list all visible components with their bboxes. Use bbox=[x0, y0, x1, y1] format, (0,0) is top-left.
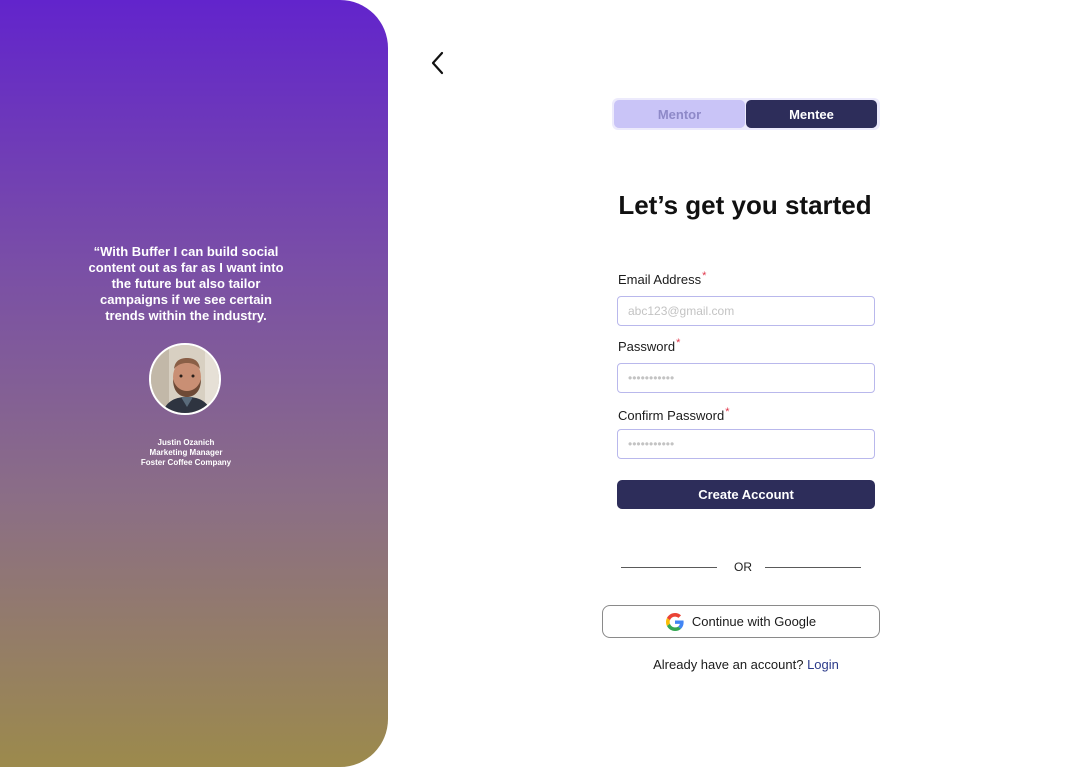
confirm-password-label-text: Confirm Password bbox=[618, 408, 725, 423]
required-mark: * bbox=[725, 406, 730, 418]
google-icon bbox=[665, 612, 684, 631]
avatar bbox=[149, 343, 221, 415]
role-toggle: Mentor Mentee bbox=[612, 98, 880, 130]
tab-mentee[interactable]: Mentee bbox=[746, 100, 877, 128]
divider-line-left bbox=[621, 567, 717, 568]
email-field[interactable] bbox=[617, 296, 875, 326]
back-button[interactable] bbox=[426, 50, 450, 76]
create-account-button[interactable]: Create Account bbox=[617, 480, 875, 509]
author-role: Marketing Manager bbox=[149, 448, 223, 457]
chevron-left-icon bbox=[431, 51, 444, 75]
confirm-password-label: Confirm Password* bbox=[618, 406, 730, 423]
login-prompt: Already have an account? Login bbox=[600, 657, 892, 672]
testimonial-quote: “With Buffer I can build social content … bbox=[88, 244, 284, 323]
email-label: Email Address* bbox=[618, 270, 707, 287]
testimonial-author: Justin Ozanich Marketing Manager Foster … bbox=[100, 438, 272, 468]
password-label-text: Password bbox=[618, 339, 676, 354]
author-company: Foster Coffee Company bbox=[140, 458, 232, 467]
divider-line-right bbox=[765, 567, 861, 568]
author-name: Justin Ozanich bbox=[157, 438, 215, 447]
continue-with-google-button[interactable]: Continue with Google bbox=[602, 605, 880, 638]
divider-text: OR bbox=[734, 560, 752, 574]
required-mark: * bbox=[702, 270, 707, 282]
avatar-portrait-icon bbox=[151, 345, 219, 413]
password-label: Password* bbox=[618, 337, 681, 354]
login-link[interactable]: Login bbox=[807, 657, 839, 672]
login-prompt-text: Already have an account? bbox=[653, 657, 804, 672]
tab-mentor[interactable]: Mentor bbox=[614, 100, 745, 128]
required-mark: * bbox=[676, 337, 681, 349]
google-button-label: Continue with Google bbox=[691, 614, 817, 629]
confirm-password-field[interactable] bbox=[617, 429, 875, 459]
password-field[interactable] bbox=[617, 363, 875, 393]
page-title: Let’s get you started bbox=[618, 190, 872, 220]
testimonial-panel: “With Buffer I can build social content … bbox=[0, 0, 388, 767]
email-label-text: Email Address bbox=[618, 272, 702, 287]
